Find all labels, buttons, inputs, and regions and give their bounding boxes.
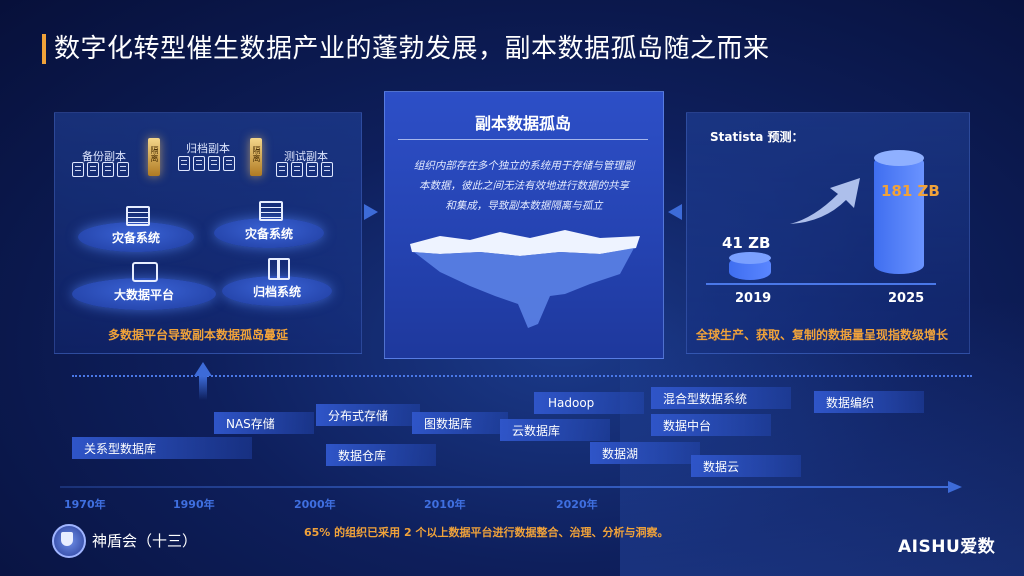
center-divider [398, 139, 648, 140]
disaster-recovery-node: 灾备系统 [78, 222, 194, 252]
timeline-year: 1970年 [64, 498, 106, 511]
timeline-year: 2020年 [556, 498, 598, 511]
document-icon [178, 156, 190, 171]
big-data-icon [132, 262, 158, 282]
timeline-item: 数据云 [691, 455, 801, 477]
footer-org: 神盾会（十三） [92, 532, 198, 550]
server-icon [126, 206, 150, 226]
timeline-item: NAS存储 [214, 412, 314, 434]
up-arrow-stem [199, 376, 207, 400]
data-island-illustration [410, 230, 640, 328]
center-description: 组织内部存在多个独立的系统用于存储与管理副 本数据，彼此之间无法有效地进行数据的… [396, 156, 652, 216]
timeline-item: 数据中台 [651, 414, 771, 436]
cylinder-2019-top [729, 252, 771, 264]
center-description-line: 和集成，导致副本数据隔离与孤立 [445, 200, 603, 212]
timeline-item: 混合型数据系统 [651, 387, 791, 409]
center-heading: 副本数据孤岛 [474, 114, 571, 133]
document-icon [117, 162, 129, 177]
test-copy-icons [276, 162, 336, 181]
shield-logo-inner-icon [61, 532, 73, 546]
disaster-recovery-node: 灾备系统 [214, 218, 324, 248]
timeline-item: 分布式存储 [316, 404, 420, 426]
document-icon [208, 156, 220, 171]
island-underwater [414, 248, 634, 328]
timeline-item: Hadoop [534, 392, 644, 414]
document-icon [193, 156, 205, 171]
statista-label: Statista 预测： [710, 130, 804, 144]
archive-copy-label: 归档副本 [186, 142, 230, 155]
arrow-right-icon [364, 204, 378, 220]
year-2019: 2019 [735, 291, 772, 306]
up-arrow-icon [194, 362, 212, 376]
baseline [706, 283, 936, 285]
title-accent [42, 34, 46, 64]
test-document-icon [276, 162, 288, 177]
value-2025: 181 ZB [881, 182, 940, 200]
timeline-item: 数据仓库 [326, 444, 436, 466]
right-panel [686, 112, 970, 354]
timeline-year: 2010年 [424, 498, 466, 511]
cylinder-2025 [874, 154, 924, 274]
test-document-icon [291, 162, 303, 177]
timeline-item: 图数据库 [412, 412, 508, 434]
timeline-item: 数据湖 [590, 442, 700, 464]
arrow-left-icon [668, 204, 682, 220]
footer-note: 65% 的组织已采用 2 个以上数据平台进行数据整合、治理、分析与洞察。 [304, 526, 669, 539]
backup-copy-icons [72, 162, 132, 181]
timeline-item: 数据编织 [814, 391, 924, 413]
island-ice-top [410, 230, 640, 256]
archive-copy-icons [178, 156, 238, 175]
big-data-platform-node: 大数据平台 [72, 278, 216, 310]
test-document-icon [306, 162, 318, 177]
document-icon [223, 156, 235, 171]
left-caption: 多数据平台导致副本数据孤岛蔓延 [108, 328, 289, 342]
value-2019: 41 ZB [722, 234, 771, 252]
archive-cabinet-icon [268, 258, 290, 280]
growth-arrow-icon [790, 178, 860, 224]
timeline-axis [60, 486, 950, 488]
isolation-tag-text: 隔离 [252, 146, 261, 162]
center-description-line: 组织内部存在多个独立的系统用于存储与管理副 [413, 160, 635, 172]
document-icon [102, 162, 114, 177]
timeline-item: 云数据库 [500, 419, 610, 441]
year-2025: 2025 [888, 291, 925, 306]
center-description-line: 本数据，彼此之间无法有效地进行数据的共享 [419, 180, 629, 192]
archive-system-node: 归档系统 [222, 276, 332, 306]
test-document-icon [321, 162, 333, 177]
right-caption: 全球生产、获取、复制的数据量呈现指数级增长 [696, 328, 949, 342]
cylinder-2025-top [874, 150, 924, 166]
timeline-year: 2000年 [294, 498, 336, 511]
timeline-year: 1990年 [173, 498, 215, 511]
isolation-tag-text: 隔离 [150, 146, 159, 162]
timeline-item: 关系型数据库 [72, 437, 252, 459]
document-icon [72, 162, 84, 177]
brand-logo: AISHU爱数 [898, 537, 996, 557]
timeline-arrow-head-icon [948, 481, 962, 493]
server-icon [259, 201, 283, 221]
document-icon [87, 162, 99, 177]
page-title: 数字化转型催生数据产业的蓬勃发展，副本数据孤岛随之而来 [54, 34, 770, 64]
